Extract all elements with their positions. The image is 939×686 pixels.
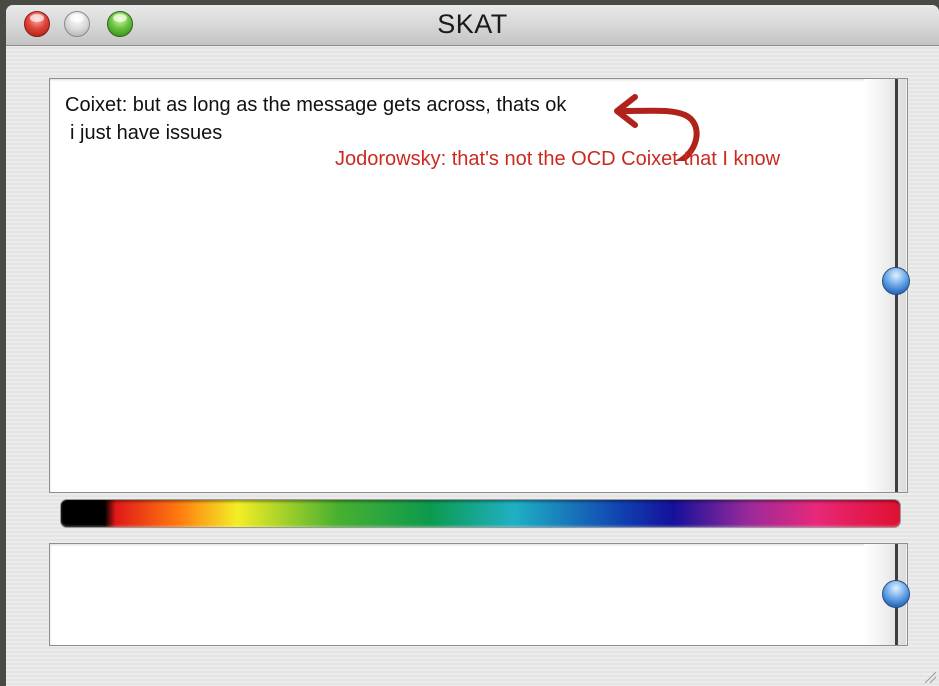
transcript-scrollbar[interactable] — [864, 79, 910, 492]
chat-message: i just have issues — [70, 122, 223, 144]
scroll-thumb[interactable] — [882, 267, 910, 295]
resize-grip-icon[interactable] — [921, 668, 937, 684]
chat-message: Coixet: but as long as the message gets … — [65, 94, 567, 116]
input-scrollbar[interactable] — [864, 544, 910, 645]
message-input[interactable] — [54, 548, 864, 644]
color-picker-bar[interactable] — [60, 499, 901, 528]
chat-transcript: Coixet: but as long as the message gets … — [49, 78, 910, 493]
message-input-area — [49, 543, 910, 646]
message-list: Coixet: but as long as the message gets … — [65, 91, 566, 147]
window-title: SKAT — [437, 9, 508, 39]
scroll-thumb[interactable] — [882, 580, 910, 608]
reply-message: Jodorowsky: that's not the OCD Coixet th… — [335, 148, 781, 170]
chat-window: SKAT Coixet: but as long as the message … — [6, 5, 939, 686]
title-bar[interactable]: SKAT — [6, 5, 939, 46]
